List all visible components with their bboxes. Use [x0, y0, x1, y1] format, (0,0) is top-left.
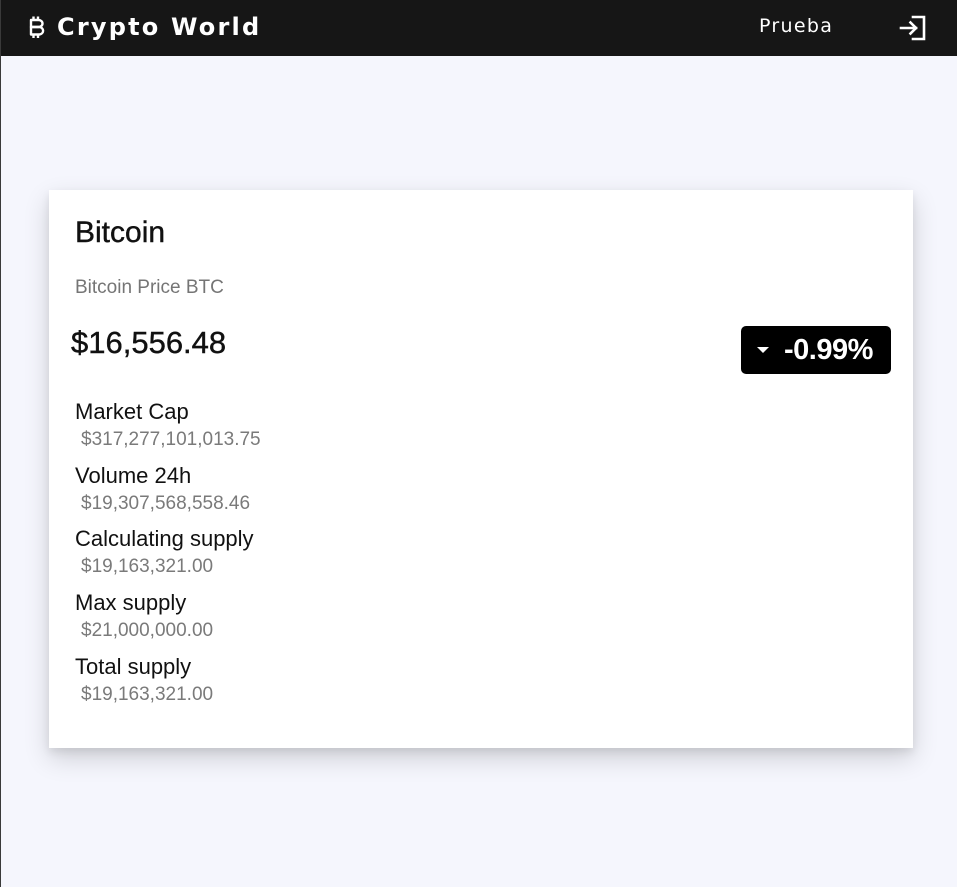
- app-title: Crypto World: [57, 13, 262, 41]
- stat-calculating-supply: Calculating supply $19,163,321.00: [75, 524, 575, 588]
- user-name: Prueba: [759, 15, 834, 37]
- price-change-value: -0.99%: [784, 333, 873, 366]
- bitcoin-icon: [29, 16, 45, 38]
- stat-value: $19,307,568,558.46: [81, 492, 251, 514]
- stat-value: $317,277,101,013.75: [81, 429, 261, 450]
- stat-label: Volume 24h: [75, 462, 192, 488]
- logout-icon: [899, 15, 926, 41]
- stat-label: Market Cap: [75, 399, 189, 424]
- coin-subtitle: Bitcoin Price BTC: [75, 277, 224, 298]
- coin-card: Bitcoin Bitcoin Price BTC $16,556.48 -0.…: [49, 190, 913, 748]
- logout-button[interactable]: [898, 13, 928, 43]
- caret-down-icon: [757, 347, 769, 353]
- top-navbar: Crypto World Prueba: [1, 0, 957, 56]
- stat-label: Max supply: [75, 590, 187, 616]
- coin-name: Bitcoin: [75, 216, 166, 249]
- stat-value: $19,163,321.00: [81, 683, 214, 705]
- stat-total-supply: Total supply $19,163,321.00: [75, 652, 575, 716]
- coin-stats-list: Market Cap $317,277,101,013.75 Volume 24…: [75, 397, 575, 715]
- coin-price: $16,556.48: [71, 325, 227, 360]
- stat-value: $21,000,000.00: [81, 620, 214, 642]
- stat-market-cap: Market Cap $317,277,101,013.75: [75, 397, 575, 461]
- app-frame: Crypto World Prueba Bitcoin Bitcoin Pric…: [0, 0, 957, 887]
- stat-label: Total supply: [75, 653, 192, 679]
- stat-label: Calculating supply: [75, 526, 254, 552]
- stat-max-supply: Max supply $21,000,000.00: [75, 588, 575, 652]
- stat-volume-24h: Volume 24h $19,307,568,558.46: [75, 461, 575, 525]
- stat-value: $19,163,321.00: [81, 556, 214, 578]
- brand-link[interactable]: Crypto World: [27, 12, 261, 42]
- price-change-badge: -0.99%: [741, 326, 891, 374]
